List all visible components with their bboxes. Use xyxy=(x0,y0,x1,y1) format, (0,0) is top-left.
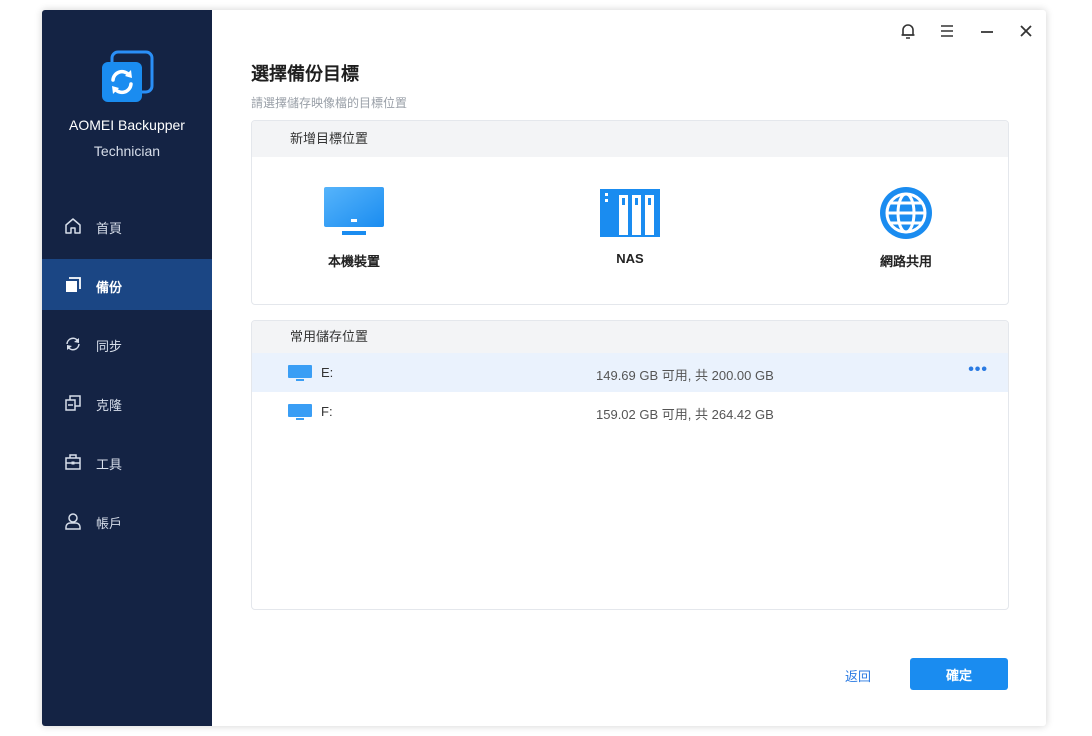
sidebar-item-home[interactable]: 首頁 xyxy=(42,200,212,251)
sidebar-item-label: 備份 xyxy=(96,280,123,295)
menu-icon[interactable] xyxy=(936,20,958,42)
app-edition: Technician xyxy=(93,143,161,159)
close-icon[interactable] xyxy=(1015,20,1037,42)
globe-icon xyxy=(880,187,932,239)
drive-space: 159.02 GB 可用, 共 264.42 GB xyxy=(596,407,774,422)
monitor-icon xyxy=(288,365,312,381)
sidebar: AOMEI Backupper Technician 首頁 備份 同步 克隆 工… xyxy=(42,10,212,726)
monitor-icon xyxy=(324,187,384,235)
target-network-share[interactable]: 網路共用 xyxy=(846,185,966,270)
sidebar-item-label: 首頁 xyxy=(96,221,123,236)
nas-icon xyxy=(600,189,660,237)
drive-name: F: xyxy=(321,404,333,419)
confirm-button[interactable]: 確定 xyxy=(910,658,1008,690)
drive-space: 149.69 GB 可用, 共 200.00 GB xyxy=(596,368,774,383)
target-nas[interactable]: NAS xyxy=(570,185,690,266)
location-row-e[interactable]: E: 149.69 GB 可用, 共 200.00 GB ••• xyxy=(252,353,1008,392)
sidebar-item-label: 克隆 xyxy=(96,398,123,413)
home-icon xyxy=(65,218,81,234)
common-locations-panel: 常用儲存位置 E: 149.69 GB 可用, 共 200.00 GB ••• … xyxy=(251,320,1009,610)
sidebar-nav: 首頁 備份 同步 克隆 工具 帳戶 xyxy=(42,200,212,554)
back-button[interactable]: 返回 xyxy=(845,666,871,685)
sidebar-item-clone[interactable]: 克隆 xyxy=(42,377,212,428)
bell-icon[interactable] xyxy=(897,20,919,42)
sidebar-item-label: 同步 xyxy=(96,339,123,354)
common-locations-header: 常用儲存位置 xyxy=(252,321,1008,353)
sync-icon xyxy=(66,337,80,351)
sidebar-item-label: 工具 xyxy=(96,457,123,472)
sidebar-item-label: 帳戶 xyxy=(96,516,123,531)
target-label: 本機裝置 xyxy=(327,254,380,269)
sidebar-item-sync[interactable]: 同步 xyxy=(42,318,212,369)
main-content: 選擇備份目標 請選擇儲存映像檔的目標位置 新增目標位置 本機裝置 NAS 網路共… xyxy=(212,10,1046,726)
sidebar-item-backup[interactable]: 備份 xyxy=(42,259,212,310)
sidebar-item-account[interactable]: 帳戶 xyxy=(42,495,212,546)
aomei-logo-icon xyxy=(102,50,154,102)
monitor-icon xyxy=(288,404,312,420)
app-name: AOMEI Backupper xyxy=(69,117,185,133)
sidebar-item-tools[interactable]: 工具 xyxy=(42,436,212,487)
page-subtitle: 請選擇儲存映像檔的目標位置 xyxy=(251,96,408,110)
minimize-icon[interactable] xyxy=(976,20,998,42)
clone-icon xyxy=(65,395,81,411)
target-label: NAS xyxy=(616,251,644,266)
toolbox-icon xyxy=(65,454,81,470)
backup-icon xyxy=(66,277,81,292)
target-label: 網路共用 xyxy=(879,254,932,269)
target-options: 本機裝置 NAS 網路共用 xyxy=(252,157,1008,303)
add-target-header: 新增目標位置 xyxy=(252,121,1008,157)
target-local-device[interactable]: 本機裝置 xyxy=(294,185,414,270)
app-window: AOMEI Backupper Technician 首頁 備份 同步 克隆 工… xyxy=(42,10,1046,726)
location-row-f[interactable]: F: 159.02 GB 可用, 共 264.42 GB xyxy=(252,392,1008,431)
user-icon xyxy=(65,513,81,530)
more-options-button[interactable]: ••• xyxy=(968,361,988,379)
page-title: 選擇備份目標 xyxy=(251,64,359,84)
drive-name: E: xyxy=(321,365,334,380)
add-target-panel: 新增目標位置 本機裝置 NAS 網路共用 xyxy=(251,120,1009,305)
